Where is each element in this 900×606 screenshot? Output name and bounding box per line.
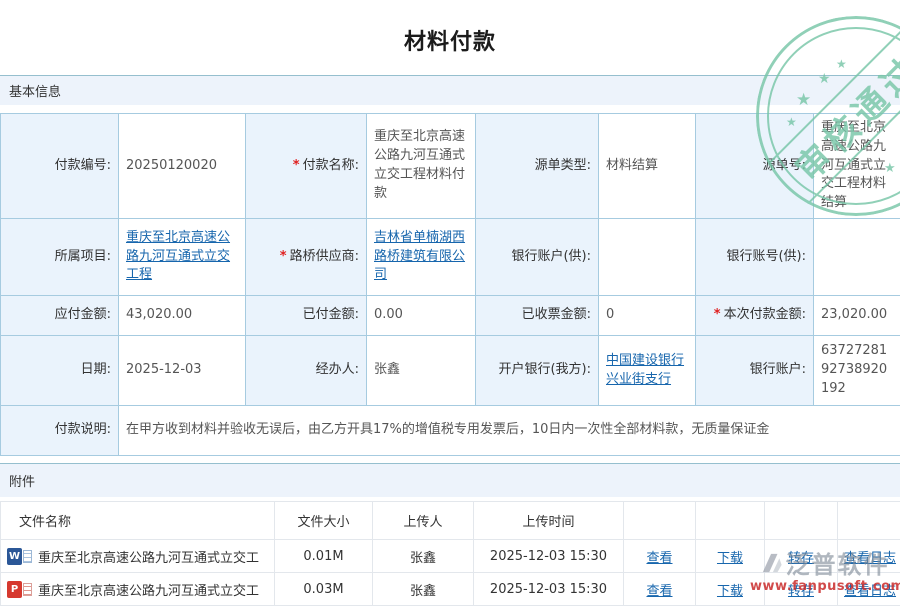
- field-our-bank-label: 开户银行(我方):: [476, 336, 599, 406]
- field-payment-note-value: 在甲方收到材料并验收无误后，由乙方开具17%的增值税专用发票后，10日内一次性全…: [119, 406, 900, 456]
- field-invoiced-amount-value: 0: [599, 296, 696, 336]
- field-bank-account-label: 银行账户:: [696, 336, 814, 406]
- field-paid-amount-label: 已付金额:: [246, 296, 367, 336]
- field-source-no-label: 源单号:: [696, 114, 814, 219]
- required-marker: *: [293, 158, 300, 173]
- field-our-bank-value: 中国建设银行兴业街支行: [599, 336, 696, 406]
- field-handler-label: 经办人:: [246, 336, 367, 406]
- view-log-link[interactable]: 查看日志: [844, 584, 896, 599]
- field-supplier-label: *路桥供应商:: [246, 219, 367, 296]
- field-paid-amount-value: 0.00: [367, 296, 476, 336]
- pdf-file-icon: P: [7, 581, 32, 598]
- view-link[interactable]: 查看: [646, 551, 672, 566]
- field-date-value: 2025-12-03: [119, 336, 246, 406]
- file-size: 0.01M: [275, 540, 373, 573]
- attachment-row: W 重庆至北京高速公路九河互通式立交工 0.01M 张鑫 2025-12-03 …: [1, 540, 900, 573]
- field-payment-name-value: 重庆至北京高速公路九河互通式立交工程材料付款: [367, 114, 476, 219]
- file-name-text: 重庆至北京高速公路九河互通式立交工: [38, 547, 259, 566]
- header-action-transfer: [765, 502, 838, 540]
- field-payment-no-label: 付款编号:: [1, 114, 119, 219]
- file-uploader: 张鑫: [373, 573, 474, 606]
- field-project-label: 所属项目:: [1, 219, 119, 296]
- download-link[interactable]: 下载: [717, 584, 743, 599]
- section-attachments-label: 附件: [9, 471, 35, 490]
- file-name-cell: W 重庆至北京高速公路九河互通式立交工: [1, 540, 275, 573]
- required-marker: *: [714, 307, 721, 322]
- field-payment-note-label: 付款说明:: [1, 406, 119, 456]
- field-date-label: 日期:: [1, 336, 119, 406]
- field-source-type-label: 源单类型:: [476, 114, 599, 219]
- supplier-link[interactable]: 吉林省单楠湖西路桥建筑有限公司: [374, 230, 465, 283]
- section-header-basic-info: 基本信息: [0, 75, 900, 105]
- field-payable-amount-label: 应付金额:: [1, 296, 119, 336]
- field-supplier-bank-no-label: 银行账号(供):: [696, 219, 814, 296]
- field-supplier-bank-no-value: [814, 219, 900, 296]
- view-link[interactable]: 查看: [646, 584, 672, 599]
- header-action-view: [624, 502, 696, 540]
- field-source-no-value: 重庆至北京高速公路九河互通式立交工程材料结算: [814, 114, 900, 219]
- field-payment-no-value: 20250120020: [119, 114, 246, 219]
- file-uploader: 张鑫: [373, 540, 474, 573]
- file-upload-time: 2025-12-03 15:30: [474, 573, 624, 606]
- attachments-header-row: 文件名称 文件大小 上传人 上传时间: [1, 502, 900, 540]
- field-payment-name-label: *付款名称:: [246, 114, 367, 219]
- file-upload-time: 2025-12-03 15:30: [474, 540, 624, 573]
- field-current-payment-value: 23,020.00: [814, 296, 900, 336]
- transfer-link[interactable]: 转存: [788, 551, 814, 566]
- field-handler-value: 张鑫: [367, 336, 476, 406]
- header-action-download: [696, 502, 765, 540]
- field-supplier-bank-account-label: 银行账户(供):: [476, 219, 599, 296]
- field-invoiced-amount-label: 已收票金额:: [476, 296, 599, 336]
- section-basic-info-label: 基本信息: [9, 81, 61, 100]
- field-current-payment-label: *本次付款金额:: [696, 296, 814, 336]
- header-action-log: [838, 502, 900, 540]
- field-supplier-value: 吉林省单楠湖西路桥建筑有限公司: [367, 219, 476, 296]
- attachments-table: 文件名称 文件大小 上传人 上传时间 W 重庆至北京高速公路九河互通式立交工 0…: [0, 501, 900, 606]
- basic-info-table: 付款编号: 20250120020 *付款名称: 重庆至北京高速公路九河互通式立…: [0, 113, 900, 456]
- file-name-cell: P 重庆至北京高速公路九河互通式立交工: [1, 573, 275, 606]
- header-uploader: 上传人: [373, 502, 474, 540]
- header-file-name: 文件名称: [1, 502, 275, 540]
- field-bank-account-value: 6372728192738920192: [814, 336, 900, 406]
- page-title: 材料付款: [0, 0, 900, 75]
- field-supplier-bank-account-value: [599, 219, 696, 296]
- field-project-value: 重庆至北京高速公路九河互通式立交工程: [119, 219, 246, 296]
- attachment-row: P 重庆至北京高速公路九河互通式立交工 0.03M 张鑫 2025-12-03 …: [1, 573, 900, 606]
- file-size: 0.03M: [275, 573, 373, 606]
- field-payable-amount-value: 43,020.00: [119, 296, 246, 336]
- transfer-link[interactable]: 转存: [788, 584, 814, 599]
- header-upload-time: 上传时间: [474, 502, 624, 540]
- file-name-text: 重庆至北京高速公路九河互通式立交工: [38, 580, 259, 599]
- section-header-attachments: 附件: [0, 463, 900, 497]
- field-source-type-value: 材料结算: [599, 114, 696, 219]
- view-log-link[interactable]: 查看日志: [844, 551, 896, 566]
- our-bank-link[interactable]: 中国建设银行兴业街支行: [606, 353, 684, 387]
- header-file-size: 文件大小: [275, 502, 373, 540]
- download-link[interactable]: 下载: [717, 551, 743, 566]
- required-marker: *: [280, 249, 287, 264]
- project-link[interactable]: 重庆至北京高速公路九河互通式立交工程: [126, 230, 230, 283]
- word-file-icon: W: [7, 548, 32, 565]
